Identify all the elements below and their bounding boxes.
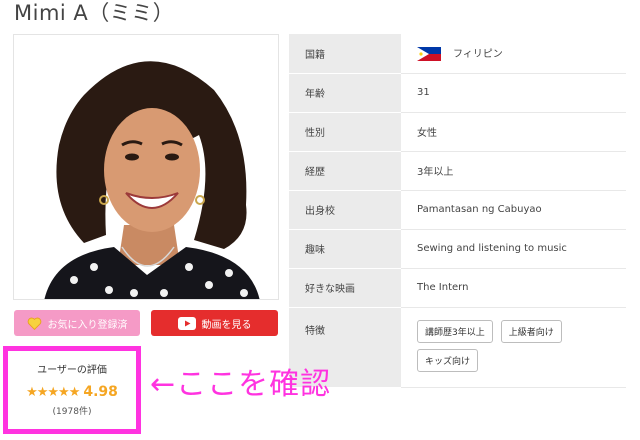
rating-line: ★★★★★ 4.98	[8, 384, 136, 400]
school-value: Pamantasan ng Cabuyao	[401, 190, 626, 230]
feature-tag[interactable]: キッズ向け	[417, 348, 479, 372]
feature-tag[interactable]: 講師歴3年以上	[417, 319, 493, 343]
rating-title: ユーザーの評価	[37, 365, 107, 376]
philippines-flag-icon	[417, 47, 441, 62]
feature-tag[interactable]: 上級者向け	[500, 319, 562, 343]
school-label: 出身校	[289, 190, 401, 230]
nationality-label: 国籍	[289, 34, 401, 74]
profile-row-experience: 経歴 3年以上	[289, 151, 626, 191]
heart-icon	[27, 317, 41, 330]
nationality-text: フィリピン	[453, 49, 503, 61]
age-label: 年齢	[289, 73, 401, 113]
movie-value: The Intern	[401, 268, 626, 308]
profile-row-hobby: 趣味 Sewing and listening to music	[289, 229, 626, 269]
gender-label: 性別	[289, 112, 401, 152]
teacher-photo	[13, 34, 279, 300]
watch-video-button[interactable]: 動画を見る	[151, 310, 278, 336]
favorite-button[interactable]: お気に入り登録済	[14, 310, 140, 336]
experience-label: 経歴	[289, 151, 401, 191]
hobby-value: Sewing and listening to music	[401, 229, 626, 269]
hobby-label: 趣味	[289, 229, 401, 269]
rating-count: (1978件)	[52, 407, 92, 417]
feature-tags: 講師歴3年以上 上級者向け キッズ向け	[417, 319, 617, 372]
profile-row-school: 出身校 Pamantasan ng Cabuyao	[289, 190, 626, 230]
nationality-value: フィリピン	[401, 34, 626, 74]
profile-row-gender: 性別 女性	[289, 112, 626, 152]
star-rating-icon: ★★★★★	[26, 384, 80, 400]
profile-row-nationality: 国籍 フィリピン	[289, 34, 626, 74]
profile-row-movie: 好きな映画 The Intern	[289, 268, 626, 308]
profile-table: 国籍 フィリピン 年齢 31 性別 女性 経歴 3年以上 出身校 Pamanta…	[289, 34, 626, 388]
page-title: Mimi A（ミミ）	[14, 1, 175, 25]
watch-video-label: 動画を見る	[201, 319, 252, 331]
user-rating-box: ユーザーの評価 ★★★★★ 4.98 (1978件)	[3, 346, 141, 434]
annotation-callout: ←ここを確認	[150, 367, 332, 402]
profile-row-age: 年齢 31	[289, 73, 626, 113]
rating-score: 4.98	[83, 384, 118, 400]
profile-row-features: 特徴 講師歴3年以上 上級者向け キッズ向け	[289, 307, 626, 388]
gender-value: 女性	[401, 112, 626, 152]
favorite-button-label: お気に入り登録済	[47, 319, 128, 331]
movie-label: 好きな映画	[289, 268, 401, 308]
youtube-icon	[177, 316, 196, 330]
features-value: 講師歴3年以上 上級者向け キッズ向け	[401, 307, 626, 388]
age-value: 31	[401, 73, 626, 113]
experience-value: 3年以上	[401, 151, 626, 191]
